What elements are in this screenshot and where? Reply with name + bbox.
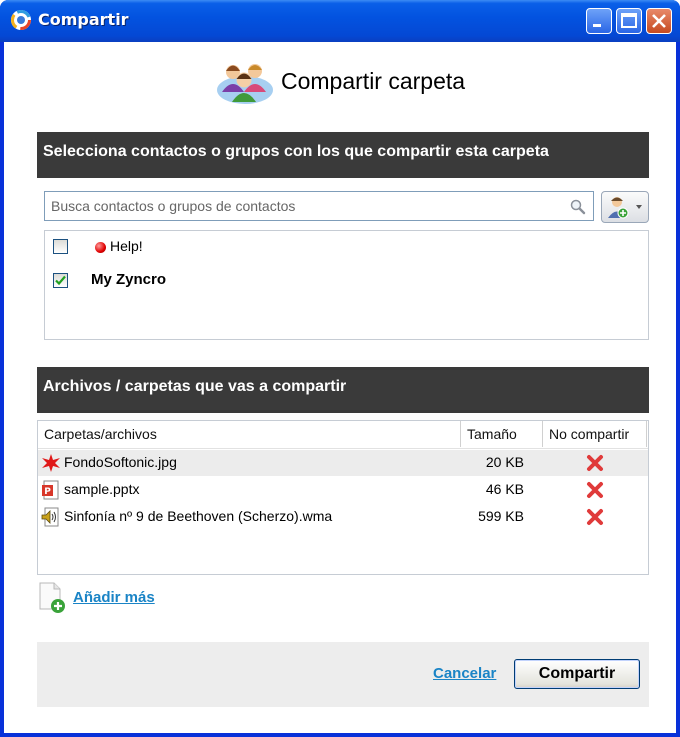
share-button[interactable]: Compartir: [514, 659, 640, 689]
file-name: FondoSoftonic.jpg: [64, 454, 177, 470]
page-title: Compartir carpeta: [281, 68, 466, 94]
presentation-file-icon: P: [42, 480, 59, 500]
contacts-section-header: Selecciona contactos o grupos con los qu…: [37, 132, 649, 178]
table-row[interactable]: FondoSoftonic.jpg 20 KB: [38, 450, 648, 476]
minimize-button[interactable]: [586, 8, 612, 34]
search-icon[interactable]: [569, 198, 587, 216]
users-group-icon: [217, 64, 273, 104]
minimize-icon: [593, 24, 601, 27]
contact-checkbox-help[interactable]: [53, 239, 68, 254]
maximize-button[interactable]: [616, 8, 642, 34]
window-title: Compartir: [38, 10, 129, 29]
contact-label-help: Help!: [110, 238, 143, 254]
file-size: 599 KB: [478, 508, 524, 524]
status-dot-icon: [95, 242, 106, 253]
app-icon: [11, 10, 31, 30]
files-table: Carpetas/archivos Tamaño No compartir Fo…: [37, 420, 649, 575]
title-bar[interactable]: Compartir: [0, 0, 680, 42]
file-name: Sinfonía nº 9 de Beethoven (Scherzo).wma: [64, 508, 333, 524]
add-file-icon[interactable]: [38, 582, 68, 614]
files-section-header: Archivos / carpetas que vas a compartir: [37, 367, 649, 413]
file-size: 46 KB: [485, 481, 524, 497]
column-header-name[interactable]: Carpetas/archivos: [38, 421, 461, 447]
table-row[interactable]: Sinfonía nº 9 de Beethoven (Scherzo).wma…: [38, 504, 648, 530]
dialog-body: Compartir carpeta Selecciona contactos o…: [4, 42, 676, 733]
contacts-list: Help! My Zyncro: [44, 230, 649, 340]
column-header-no-share[interactable]: No compartir: [543, 421, 647, 447]
close-button[interactable]: [646, 8, 672, 34]
close-icon: [652, 14, 666, 28]
add-more-link[interactable]: Añadir más: [73, 589, 155, 606]
svg-text:P: P: [44, 487, 51, 497]
cancel-link[interactable]: Cancelar: [433, 665, 496, 682]
search-box[interactable]: [44, 191, 594, 221]
remove-icon[interactable]: [586, 481, 604, 499]
remove-icon[interactable]: [586, 454, 604, 472]
table-row[interactable]: P sample.pptx 46 KB: [38, 477, 648, 503]
search-input[interactable]: [45, 192, 565, 220]
table-header: Carpetas/archivos Tamaño No compartir: [38, 421, 648, 449]
file-size: 20 KB: [485, 454, 524, 470]
contact-label-my-zyncro: My Zyncro: [91, 271, 167, 288]
contact-checkbox-my-zyncro[interactable]: [53, 273, 68, 288]
image-file-icon: [42, 454, 60, 472]
dialog-footer: Cancelar Compartir: [37, 642, 649, 707]
file-name: sample.pptx: [64, 481, 140, 497]
window: Compartir Compartir carpeta Selecciona c…: [0, 0, 680, 737]
add-contact-button[interactable]: [601, 191, 649, 223]
checkmark-icon: [55, 275, 66, 286]
maximize-icon: [621, 13, 637, 28]
column-header-size[interactable]: Tamaño: [461, 421, 543, 447]
remove-icon[interactable]: [586, 508, 604, 526]
audio-file-icon: [41, 507, 59, 527]
add-contact-icon: [608, 197, 642, 219]
